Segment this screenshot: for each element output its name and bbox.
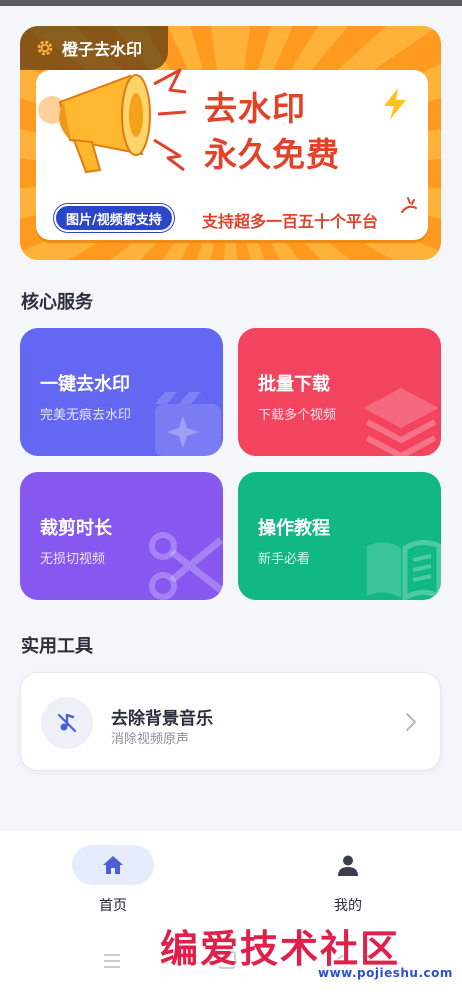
layers-icon [363, 388, 439, 456]
tool-subtitle: 消除视频原声 [111, 732, 190, 747]
headline-line1: 去水印 [204, 89, 306, 128]
gear-icon [37, 40, 53, 56]
support-pill: 图片/视频都支持 [54, 204, 174, 232]
tools-heading: 实用工具 [21, 636, 93, 657]
service-batch-download[interactable]: 批量下载 下载多个视频 [238, 328, 441, 456]
promo-banner[interactable]: 橙子去水印 去水印 永久免费 图片/视频都支持 支持超多一百五十个平台 [20, 26, 441, 260]
tool-remove-bgm[interactable]: 去除背景音乐 消除视频原声 [20, 672, 441, 771]
nav-home[interactable]: 首页 [58, 845, 168, 925]
service-trim-duration[interactable]: 裁剪时长 无损切视频 [20, 472, 223, 600]
music-off-icon [41, 697, 93, 749]
watermark-url: www.pojieshu.com [318, 966, 453, 980]
platform-support-text: 支持超多一百五十个平台 [202, 212, 379, 231]
scissors-icon [149, 532, 223, 600]
nav-label: 首页 [99, 898, 127, 914]
nav-label: 我的 [334, 898, 362, 914]
watermark-text: 编爱技术社区 [160, 926, 401, 971]
service-tutorial[interactable]: 操作教程 新手必看 [238, 472, 441, 600]
service-remove-watermark[interactable]: 一键去水印 完美无痕去水印 [20, 328, 223, 456]
sparkle-icon [401, 197, 417, 213]
megaphone-icon [38, 68, 187, 174]
bottom-navigation: 首页 我的 [0, 831, 462, 931]
menu-icon[interactable] [103, 953, 121, 969]
headline-line2: 永久免费 [204, 135, 340, 174]
app-name: 橙子去水印 [62, 40, 143, 59]
nav-me[interactable]: 我的 [293, 845, 403, 925]
core-services-heading: 核心服务 [21, 292, 93, 313]
film-sparkle-icon [155, 392, 221, 456]
status-bar [0, 0, 462, 6]
chevron-right-icon [406, 713, 416, 731]
tool-title: 去除背景音乐 [111, 709, 213, 729]
home-icon [103, 856, 123, 874]
person-icon [338, 855, 358, 876]
banner-headline: 去水印 永久免费 [204, 86, 340, 178]
lightning-icon [384, 88, 406, 120]
nav-active-indicator [72, 845, 154, 885]
book-icon [367, 540, 441, 600]
banner-card: 去水印 永久免费 图片/视频都支持 支持超多一百五十个平台 [36, 68, 428, 240]
